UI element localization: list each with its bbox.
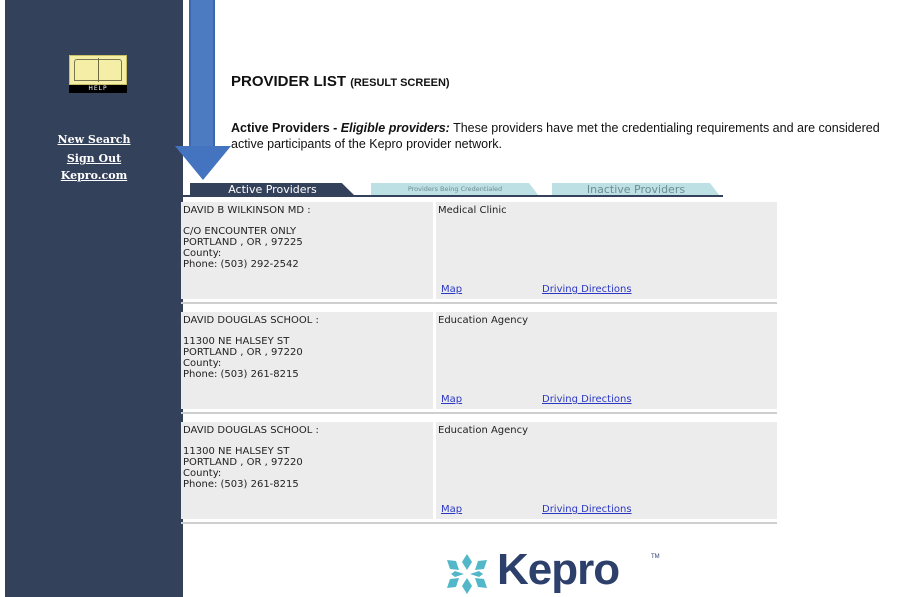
provider-address2: PORTLAND , OR , 97220 [183,347,303,358]
provider-address1: 11300 NE HALSEY ST [183,446,290,457]
provider-county: County: [183,248,222,259]
kepro-star-icon [447,554,487,594]
provider-type-cell: Education Agency Map Driving Directions [436,312,777,409]
help-button[interactable]: HELP [69,55,127,93]
provider-row: DAVID DOUGLAS SCHOOL : 11300 NE HALSEY S… [181,422,777,519]
provider-row: DAVID B WILKINSON MD : C/O ENCOUNTER ONL… [181,202,777,299]
page-description: Active Providers - Eligible providers: T… [231,121,880,151]
provider-address1: C/O ENCOUNTER ONLY [183,226,297,237]
provider-address2: PORTLAND , OR , 97220 [183,457,303,468]
provider-type: Medical Clinic [438,205,507,216]
provider-type-cell: Medical Clinic Map Driving Directions [436,202,777,299]
row-divider [181,522,777,524]
provider-phone: Phone: (503) 292-2542 [183,259,299,270]
provider-name: DAVID B WILKINSON MD : [183,205,311,216]
provider-name: DAVID DOUGLAS SCHOOL : [183,315,319,326]
logo-trademark: TM [651,554,660,560]
help-label: HELP [69,85,127,93]
down-arrow-icon [189,0,215,148]
provider-row: DAVID DOUGLAS SCHOOL : 11300 NE HALSEY S… [181,312,777,409]
down-arrow-head-icon [175,146,231,180]
kepro-logo: Kepro TM [443,545,661,596]
sidebar: HELP New Search Sign Out Kepro.com [5,0,183,597]
provider-info: DAVID DOUGLAS SCHOOL : 11300 NE HALSEY S… [181,422,433,519]
row-divider [181,302,777,304]
provider-name: DAVID DOUGLAS SCHOOL : [183,425,319,436]
tab-underline [183,195,723,197]
driving-directions-link[interactable]: Driving Directions [542,394,632,405]
provider-type: Education Agency [438,315,529,326]
provider-phone: Phone: (503) 261-8215 [183,479,299,490]
new-search-link[interactable]: New Search [5,133,183,146]
sign-out-link[interactable]: Sign Out [5,152,183,165]
driving-directions-link[interactable]: Driving Directions [542,284,632,295]
provider-type: Education Agency [438,425,529,436]
map-link[interactable]: Map [441,504,462,515]
provider-info: DAVID B WILKINSON MD : C/O ENCOUNTER ONL… [181,202,433,299]
provider-info: DAVID DOUGLAS SCHOOL : 11300 NE HALSEY S… [181,312,433,409]
provider-phone: Phone: (503) 261-8215 [183,369,299,380]
provider-county: County: [183,468,222,479]
page-title: PROVIDER LIST (RESULT SCREEN) [231,73,450,90]
row-divider [181,412,777,414]
provider-address1: 11300 NE HALSEY ST [183,336,290,347]
logo-text: Kepro [497,545,620,594]
provider-address2: PORTLAND , OR , 97225 [183,237,303,248]
provider-county: County: [183,358,222,369]
provider-type-cell: Education Agency Map Driving Directions [436,422,777,519]
kepro-com-link[interactable]: Kepro.com [5,169,183,182]
map-link[interactable]: Map [441,394,462,405]
map-link[interactable]: Map [441,284,462,295]
book-icon [69,55,127,85]
driving-directions-link[interactable]: Driving Directions [542,504,632,515]
